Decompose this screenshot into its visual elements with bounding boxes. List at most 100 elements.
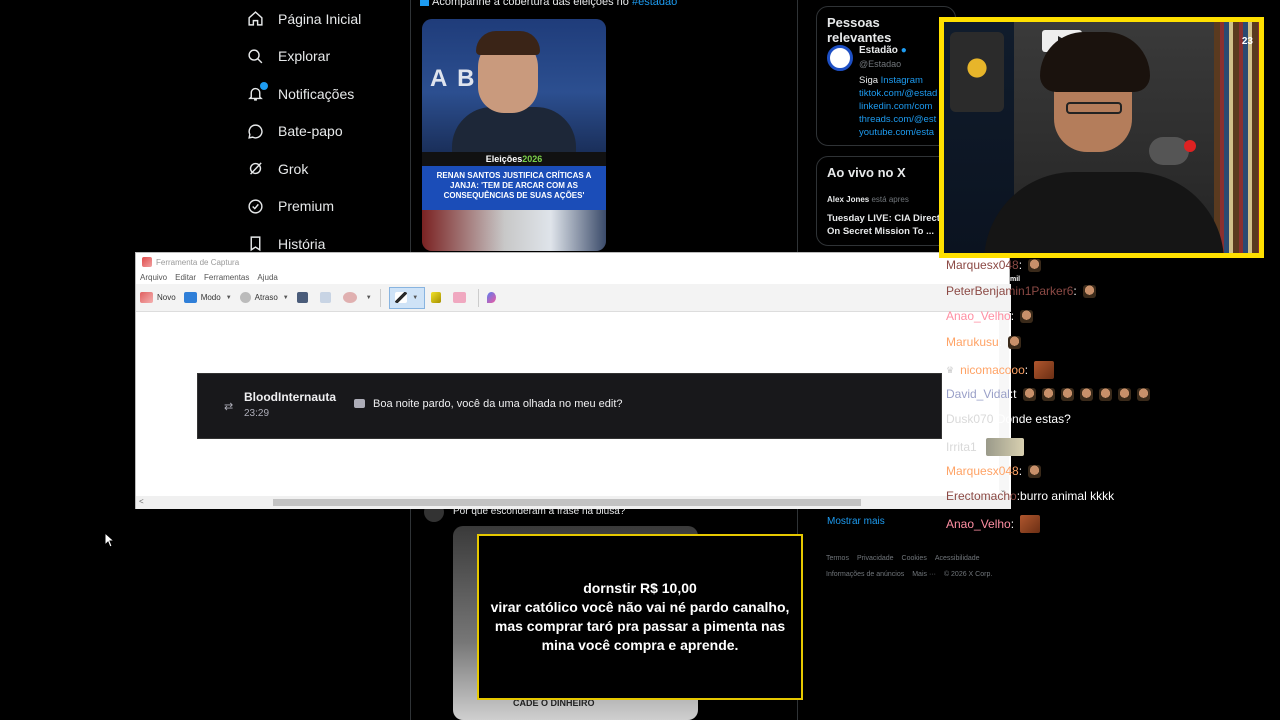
notification-badge [260,81,268,90]
bio-link[interactable]: Instagram [881,75,923,86]
chat-line: Irrita1 : [946,438,1025,456]
emote-icon [1020,309,1034,323]
account-bio: Siga Instagram tiktok.com/@estad linkedi… [859,74,937,139]
emote-icon [1136,387,1150,401]
nav-item-home[interactable]: Página Inicial [240,0,410,38]
menu-item-tools[interactable]: Ferramentas [204,273,249,282]
chat-user: Erectomacho [946,489,1017,503]
bio-link[interactable]: tiktok.com/@estad [859,87,937,100]
donation-header: dornstir R$ 10,00 [583,580,697,596]
chat-user: Marquesx048 [946,464,1019,478]
chat-sep: : [1010,309,1015,323]
delay-button[interactable]: Atraso ▼ [239,292,289,303]
bio-link[interactable]: linkedin.com/com [859,100,937,113]
nav-label: História [278,235,326,252]
news-tag-year: 2026 [522,154,543,164]
chat-line: Marukusu : [946,335,1022,349]
chat-user: Dusk070 [946,412,994,426]
snipping-tool-window[interactable]: Ferramenta de Captura Arquivo Editar Ferra… [135,252,1011,509]
footer-link[interactable]: Acessibilidade [935,555,980,562]
chat-line: PeterBenjamin1Parker6 : [946,284,1096,298]
emote-icon [1020,515,1041,533]
news-video-card[interactable]: A B F Eleições2026 RENAN SANTOS JUSTIFIC… [422,19,606,251]
reply-arrows-icon: ⇄ [224,401,234,413]
chevron-down-icon: ▼ [282,294,289,301]
bio-link[interactable]: youtube.com/esta [859,126,937,139]
pen-icon [395,292,408,303]
new-snip-button[interactable]: Novo [140,292,176,303]
mode-button[interactable]: Modo ▼ [183,292,232,303]
chat-line: Anao_Velho : [946,309,1034,323]
emote-icon [1028,464,1042,478]
nav-label: Premium [278,198,335,215]
live-user-name: Alex Jones [827,195,870,204]
live-user[interactable]: Alex Jones está apres [827,195,909,204]
footer-link[interactable]: Mais ··· [912,571,936,578]
footer-link[interactable]: Cookies [902,555,927,562]
toolbar-divider [477,288,479,307]
copy-button[interactable] [319,292,335,303]
mode-label: Modo [200,293,221,302]
chevron-down-icon: ▼ [365,294,372,301]
live-title[interactable]: Tuesday LIVE: CIA Direct On Secret Missio… [827,212,940,238]
nav-label: Grok [278,160,309,177]
paint3d-icon [486,292,496,303]
highlighter-button[interactable] [430,292,445,303]
chat-username: BloodInternauta [244,390,336,404]
chat-message: Donde estas? [996,412,1071,426]
nav-item-chat[interactable]: Bate-papo [240,113,410,151]
chat-sep: : [1018,464,1023,478]
nav-label: Notificações [278,85,355,102]
scroll-thumb[interactable] [273,499,861,506]
emote-icon [1008,335,1022,349]
nav-item-grok[interactable]: Grok [240,150,410,188]
account-name[interactable]: Estadão ● [859,45,907,56]
emote-icon [986,438,1025,456]
save-button[interactable] [296,292,312,303]
news-headline: RENAN SANTOS JUSTIFICA CRÍTICAS A JANJA:… [422,166,606,210]
footer-link[interactable]: Informações de anúncios [826,571,904,578]
chat-icon [246,122,264,140]
footer-link[interactable]: Privacidade [857,555,894,562]
info-square-icon [420,0,429,6]
chat-line: Dusk070 : Donde estas? [946,412,1071,426]
emote-icon [1022,387,1036,401]
bio-lead: Siga [859,75,881,86]
microphone-icon [1149,137,1189,165]
copy-icon [319,292,331,303]
scroll-left-arrow[interactable]: < [139,497,144,506]
paint3d-button[interactable] [486,292,500,303]
live-title-line: On Secret Mission To ... [827,226,934,237]
pen-button[interactable]: ▼ [388,286,425,309]
menu-item-help[interactable]: Ajuda [257,273,277,282]
eraser-icon [452,292,466,303]
nav-item-premium[interactable]: Premium [240,188,410,226]
footer-link[interactable]: Termos [826,555,849,562]
news-tag: Eleições2026 [422,152,606,166]
chat-message-text: Boa noite pardo, você da uma olhada no m… [373,398,623,410]
news-bottom-photo [422,210,606,251]
snip-title-bar[interactable]: Ferramenta de Captura [142,257,239,267]
show-more-link[interactable]: Mostrar mais [827,516,885,527]
mic-light [1184,140,1196,152]
menu-item-file[interactable]: Arquivo [140,273,167,282]
photo-hair [476,31,540,55]
news-photo: A B F [422,19,606,157]
x-sidebar-nav: Página Inicial Explorar Notificações Bat… [240,0,410,263]
hashtag-link[interactable]: #estadão [632,0,677,8]
nav-item-explore[interactable]: Explorar [240,38,410,76]
news-tag-prefix: Eleições [485,154,523,164]
eraser-button[interactable] [452,292,470,303]
chat-line: Marquesx048 : [946,464,1042,478]
menu-item-edit[interactable]: Editar [175,273,196,282]
nav-item-notifications[interactable]: Notificações [240,75,410,113]
chat-line: Anao_Velho : [946,515,1041,533]
avatar[interactable] [827,45,853,71]
chat-user: Anao_Velho [946,517,1011,531]
snip-toolbar: Novo Modo ▼ Atraso ▼ ▼ ▼ [136,284,1011,312]
horizontal-scrollbar[interactable]: < [136,496,1011,509]
send-button[interactable]: ▼ [342,292,372,303]
bio-link[interactable]: threads.com/@est [859,113,937,126]
chat-user: David_Vidal [946,387,1010,401]
emote-icon [1041,387,1055,401]
